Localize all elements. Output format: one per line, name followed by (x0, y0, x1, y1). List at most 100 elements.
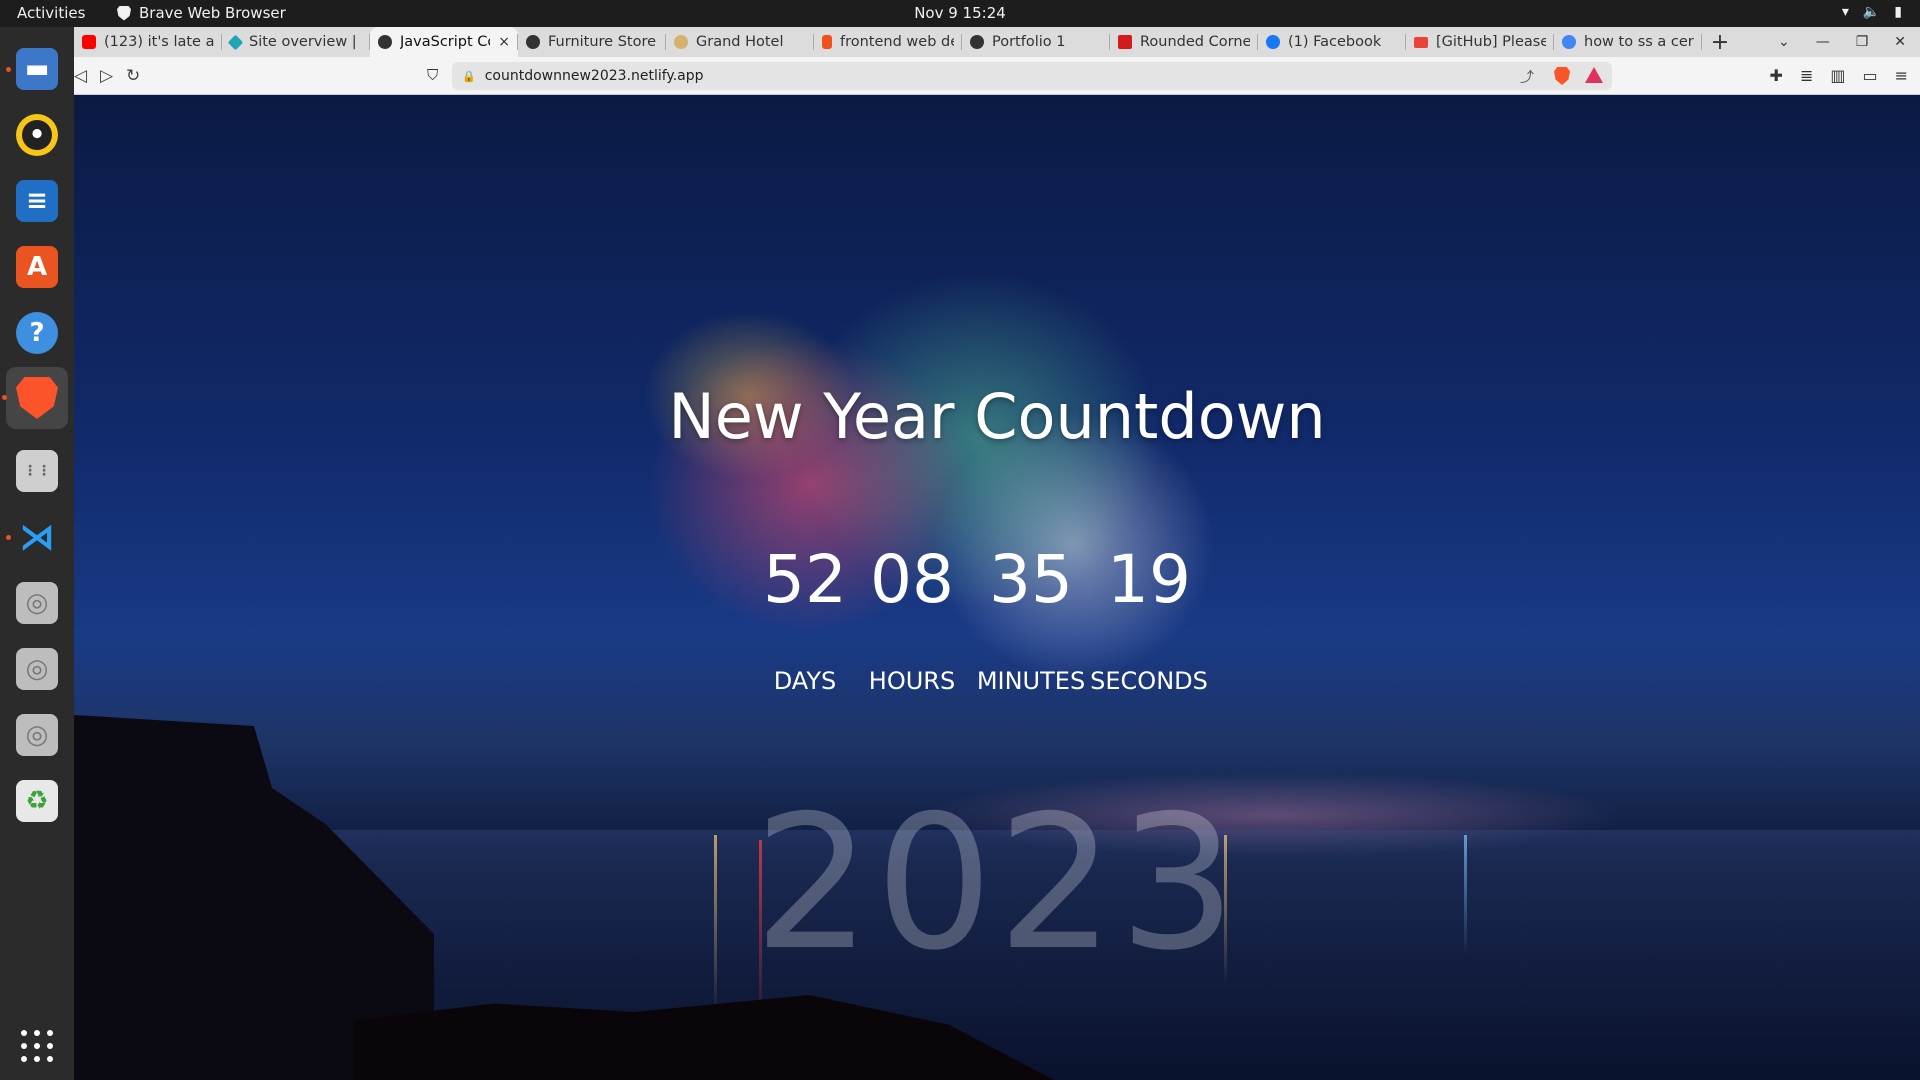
help-icon: ? (16, 312, 58, 354)
tab-grand-hotel[interactable]: Grand Hotel (666, 27, 814, 57)
share-icon[interactable]: ⤴ (1520, 67, 1534, 87)
tab-title: [GitHub] Please (1436, 34, 1546, 50)
window-controls: ⌄ — ❐ ✕ (1778, 27, 1920, 57)
brave-icon (117, 5, 131, 21)
disc-icon: ◎ (16, 648, 58, 690)
n-icon (1118, 35, 1132, 49)
tab-figma[interactable]: frontend web de (814, 27, 962, 57)
browser-toolbar: ◁ ▷ ↻ ⛉ 🔒 countdownnew2023.netlify.app ⤴… (74, 57, 1920, 95)
dock: ▬ • ≡ A ? ⋮⋮ ⋊ ◎ ◎ ◎ ♻ (0, 27, 74, 1080)
globe-icon (378, 35, 392, 49)
tab-title: Site overview | c (249, 34, 362, 50)
menu-icon[interactable]: ≡ (1895, 66, 1908, 85)
disc-icon: ◎ (16, 714, 58, 756)
facebook-icon (1266, 35, 1280, 49)
app-center-icon: A (16, 246, 58, 288)
tab-rounded-corner[interactable]: Rounded Corner (1110, 27, 1258, 57)
brave-icon (16, 377, 58, 419)
app-menu[interactable]: Brave Web Browser (117, 4, 286, 22)
tab-furniture-store[interactable]: Furniture Store (518, 27, 666, 57)
dock-writer[interactable]: ≡ (13, 177, 61, 225)
system-top-bar: Activities Brave Web Browser Nov 9 15:24… (0, 0, 1920, 27)
dock-brave[interactable] (2, 367, 68, 429)
sidebar-icon[interactable]: ▥ (1830, 66, 1845, 85)
dock-vscode[interactable]: ⋊ (6, 513, 61, 561)
running-indicator (6, 67, 11, 72)
volume-icon: 🔈 (1862, 4, 1881, 20)
countdown-page: New Year Countdown 52 DAYS 08 HOURS 35 M… (74, 95, 1920, 1080)
year-text: 2023 (753, 775, 1241, 991)
dock-trash[interactable]: ♻ (13, 777, 61, 825)
battery-icon: ▮ (1894, 4, 1902, 20)
forward-button[interactable]: ▷ (100, 66, 113, 86)
url-text[interactable]: countdownnew2023.netlify.app (485, 68, 704, 84)
close-tab-icon[interactable]: × (498, 34, 510, 50)
terminal-icon: ⋮⋮ (16, 450, 58, 492)
minimize-icon[interactable]: — (1816, 34, 1830, 50)
tab-title: Furniture Store (548, 34, 657, 50)
tab-title: Portfolio 1 (992, 34, 1066, 50)
figma-icon (822, 35, 832, 49)
tab-youtube[interactable]: (123) it's late at r (74, 27, 222, 57)
dock-files[interactable]: ▬ (6, 45, 61, 93)
tab-github-gmail[interactable]: [GitHub] Please (1406, 27, 1554, 57)
tab-facebook[interactable]: (1) Facebook (1258, 27, 1406, 57)
tab-title: Rounded Corner (1140, 34, 1250, 50)
wallet-icon[interactable]: ▭ (1862, 66, 1877, 85)
reload-button[interactable]: ↻ (126, 66, 140, 86)
tab-netlify[interactable]: Site overview | c (222, 27, 370, 57)
files-icon: ▬ (16, 48, 58, 90)
netlify-icon (227, 34, 244, 50)
system-tray[interactable]: ▾ 🔈 ▮ (1842, 4, 1902, 20)
tab-strip: (123) it's late at r Site overview | c J… (74, 27, 1920, 57)
activities-button[interactable]: Activities (17, 4, 85, 22)
vscode-icon: ⋊ (19, 516, 55, 558)
running-indicator (6, 535, 11, 540)
gmail-icon (1414, 36, 1428, 48)
star-icon (674, 35, 688, 49)
extensions-icon[interactable]: ✚ (1770, 66, 1783, 85)
seconds-label: SECONDS (1090, 667, 1208, 695)
tab-search-icon[interactable]: ⌄ (1778, 34, 1790, 50)
page-title: New Year Countdown (668, 380, 1326, 453)
bookmark-icon[interactable]: ⛉ (427, 66, 438, 84)
tab-title: JavaScript Co (400, 34, 491, 50)
running-indicator (2, 395, 7, 400)
app-name: Brave Web Browser (139, 4, 286, 22)
globe-icon (970, 35, 984, 49)
tab-title: (123) it's late at r (104, 34, 214, 50)
writer-icon: ≡ (16, 180, 58, 222)
rhythmbox-icon: • (16, 114, 58, 156)
playlist-icon[interactable]: ≣ (1800, 66, 1813, 85)
restore-icon[interactable]: ❐ (1856, 34, 1869, 50)
dock-disc-2[interactable]: ◎ (13, 645, 61, 693)
clock[interactable]: Nov 9 15:24 (914, 4, 1006, 22)
disc-icon: ◎ (16, 582, 58, 624)
address-bar[interactable]: 🔒 countdownnew2023.netlify.app ⤴ (452, 62, 1612, 90)
tab-title: (1) Facebook (1288, 34, 1382, 50)
lock-icon[interactable]: 🔒 (462, 70, 476, 83)
dock-disc-1[interactable]: ◎ (13, 579, 61, 627)
tab-title: how to ss a certa (1584, 34, 1694, 50)
trash-icon: ♻ (16, 780, 58, 822)
dock-app-center[interactable]: A (13, 243, 61, 291)
tab-google-search[interactable]: how to ss a certa (1554, 27, 1702, 57)
dock-rhythmbox[interactable]: • (13, 111, 61, 159)
wifi-icon: ▾ (1841, 4, 1849, 20)
globe-icon (526, 35, 540, 49)
tab-portfolio[interactable]: Portfolio 1 (962, 27, 1110, 57)
back-button[interactable]: ◁ (74, 66, 87, 86)
dock-help[interactable]: ? (13, 309, 61, 357)
close-window-icon[interactable]: ✕ (1894, 34, 1906, 50)
toolbar-right: ✚ ≣ ▥ ▭ ≡ (1770, 66, 1908, 85)
new-tab-button[interactable]: + (1702, 27, 1738, 57)
apps-grid-icon[interactable] (21, 1030, 53, 1062)
tab-javascript-countdown[interactable]: JavaScript Co × (370, 27, 518, 57)
dock-terminal[interactable]: ⋮⋮ (13, 447, 61, 495)
brave-shields-icon[interactable] (1554, 67, 1570, 85)
youtube-icon (82, 35, 96, 49)
seconds-value: 19 (1107, 541, 1191, 618)
brave-rewards-icon[interactable] (1585, 67, 1603, 83)
countdown-seconds: 19 SECONDS (1074, 541, 1224, 696)
dock-disc-3[interactable]: ◎ (13, 711, 61, 759)
